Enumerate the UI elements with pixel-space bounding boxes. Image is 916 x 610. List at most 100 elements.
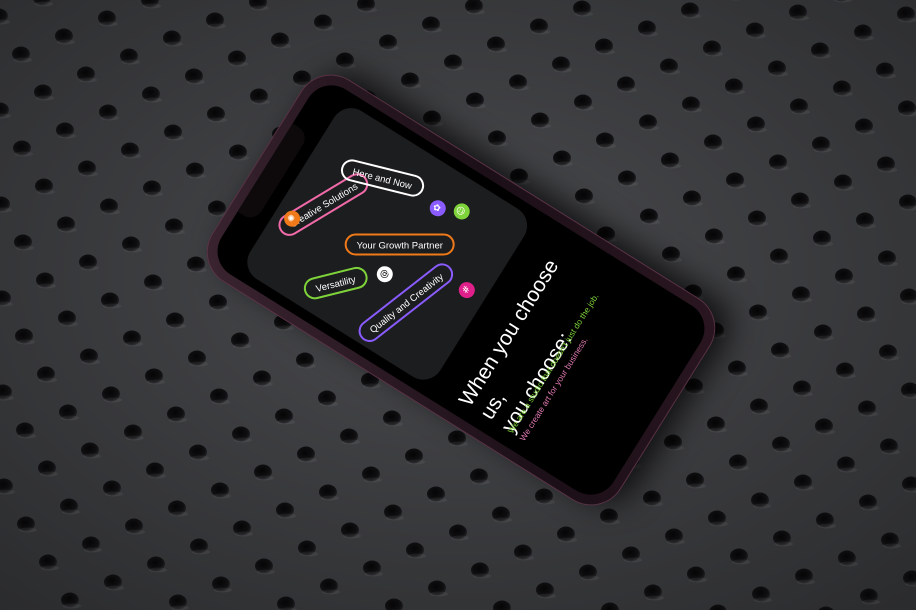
surface-hole-highlight bbox=[838, 373, 856, 379]
smile-icon: ☺ bbox=[450, 200, 473, 223]
surface-hole-highlight bbox=[774, 447, 792, 453]
surface-hole-highlight bbox=[467, 9, 485, 15]
surface-hole-highlight bbox=[165, 41, 183, 47]
surface-hole-highlight bbox=[385, 421, 403, 427]
surface-hole-highlight bbox=[533, 123, 551, 129]
surface-hole-highlight bbox=[662, 69, 680, 75]
surface-hole-highlight bbox=[320, 401, 338, 407]
surface-hole-highlight bbox=[814, 147, 832, 153]
surface-hole-highlight bbox=[624, 557, 642, 563]
surface-hole-highlight bbox=[727, 89, 745, 95]
surface-hole-highlight bbox=[166, 135, 184, 141]
surface-hole-highlight bbox=[363, 383, 381, 389]
surface-hole-highlight bbox=[602, 519, 620, 525]
surface-hole-highlight bbox=[880, 261, 898, 267]
surface-hole-highlight bbox=[688, 483, 706, 489]
surface-hole-highlight bbox=[642, 219, 660, 225]
surface-hole-highlight bbox=[127, 529, 145, 535]
surface-hole-highlight bbox=[818, 523, 836, 529]
surface-hole-highlight bbox=[494, 517, 512, 523]
surface-hole-highlight bbox=[84, 547, 102, 553]
surface-hole-highlight bbox=[403, 83, 421, 89]
surface-hole-highlight bbox=[796, 485, 814, 491]
surface-hole-highlight bbox=[212, 399, 230, 405]
surface-hole-highlight bbox=[689, 577, 707, 583]
surface-hole-highlight bbox=[684, 107, 702, 113]
surface-hole-highlight bbox=[451, 535, 469, 541]
surface-hole-highlight bbox=[191, 455, 209, 461]
surface-hole-highlight bbox=[106, 585, 124, 591]
surface-hole-highlight bbox=[343, 533, 361, 539]
surface-hole-highlight bbox=[859, 317, 877, 323]
surface-hole-highlight bbox=[81, 265, 99, 271]
surface-hole-highlight bbox=[575, 11, 593, 17]
surface-hole-highlight bbox=[276, 325, 294, 331]
surface-hole-highlight bbox=[62, 509, 80, 515]
surface-hole-highlight bbox=[771, 165, 789, 171]
surface-hole-highlight bbox=[365, 571, 383, 577]
surface-hole-highlight bbox=[576, 105, 594, 111]
surface-hole-highlight bbox=[732, 559, 750, 565]
surface-hole-highlight bbox=[144, 97, 162, 103]
surface-hole-highlight bbox=[815, 241, 833, 247]
surface-hole-highlight bbox=[597, 49, 615, 55]
surface-hole-highlight bbox=[856, 35, 874, 41]
surface-hole-highlight bbox=[705, 51, 723, 57]
surface-hole-highlight bbox=[879, 167, 897, 173]
surface-hole-highlight bbox=[170, 511, 188, 517]
surface-hole-highlight bbox=[835, 91, 853, 97]
surface-hole-highlight bbox=[538, 593, 556, 599]
surface-hole-highlight bbox=[620, 181, 638, 187]
surface-hole-highlight bbox=[490, 141, 508, 147]
surface-hole-highlight bbox=[58, 133, 76, 139]
surface-hole-highlight bbox=[230, 61, 248, 67]
surface-hole-highlight bbox=[559, 537, 577, 543]
surface-hole-highlight bbox=[61, 415, 79, 421]
surface-hole-highlight bbox=[39, 377, 57, 383]
surface-hole-highlight bbox=[791, 15, 809, 21]
surface-hole-highlight bbox=[252, 99, 270, 105]
surface-hole-highlight bbox=[581, 575, 599, 581]
surface-hole-highlight bbox=[257, 569, 275, 575]
surface-hole-highlight bbox=[664, 257, 682, 263]
surface-hole-highlight bbox=[188, 173, 206, 179]
surface-hole-highlight bbox=[18, 433, 36, 439]
surface-hole-highlight bbox=[408, 553, 426, 559]
surface-hole-highlight bbox=[751, 315, 769, 321]
surface-hole-highlight bbox=[57, 39, 75, 45]
surface-hole-highlight bbox=[79, 77, 97, 83]
surface-hole-highlight bbox=[123, 153, 141, 159]
flower-icon: ✿ bbox=[426, 197, 449, 220]
surface-hole-highlight bbox=[837, 279, 855, 285]
surface-hole-highlight bbox=[881, 355, 899, 361]
surface-hole-highlight bbox=[425, 121, 443, 127]
surface-hole-highlight bbox=[364, 477, 382, 483]
surface-hole-highlight bbox=[793, 203, 811, 209]
surface-hole-highlight bbox=[706, 145, 724, 151]
surface-hole-highlight bbox=[424, 27, 442, 33]
surface-hole-highlight bbox=[298, 363, 316, 369]
surface-hole-highlight bbox=[168, 323, 186, 329]
surface-hole-highlight bbox=[213, 493, 231, 499]
surface-hole-highlight bbox=[80, 171, 98, 177]
surface-hole-highlight bbox=[555, 161, 573, 167]
surface-hole-highlight bbox=[342, 439, 360, 445]
surface-hole-highlight bbox=[646, 595, 664, 601]
surface-hole-highlight bbox=[753, 503, 771, 509]
surface-hole-highlight bbox=[772, 259, 790, 265]
surface-hole-highlight bbox=[687, 389, 705, 395]
surface-hole-highlight bbox=[752, 409, 770, 415]
surface-hole-highlight bbox=[749, 127, 767, 133]
pill-your-growth-partner: Your Growth Partner bbox=[344, 233, 455, 256]
surface-hole-highlight bbox=[473, 573, 491, 579]
surface-hole-highlight bbox=[861, 505, 879, 511]
surface-hole-highlight bbox=[532, 29, 550, 35]
surface-hole-highlight bbox=[255, 381, 273, 387]
surface-hole-highlight bbox=[122, 59, 140, 65]
surface-hole-highlight bbox=[730, 371, 748, 377]
surface-hole-highlight bbox=[685, 201, 703, 207]
surface-hole-highlight bbox=[187, 79, 205, 85]
surface-hole-highlight bbox=[429, 497, 447, 503]
surface-hole-highlight bbox=[167, 229, 185, 235]
surface-hole-highlight bbox=[516, 555, 534, 561]
